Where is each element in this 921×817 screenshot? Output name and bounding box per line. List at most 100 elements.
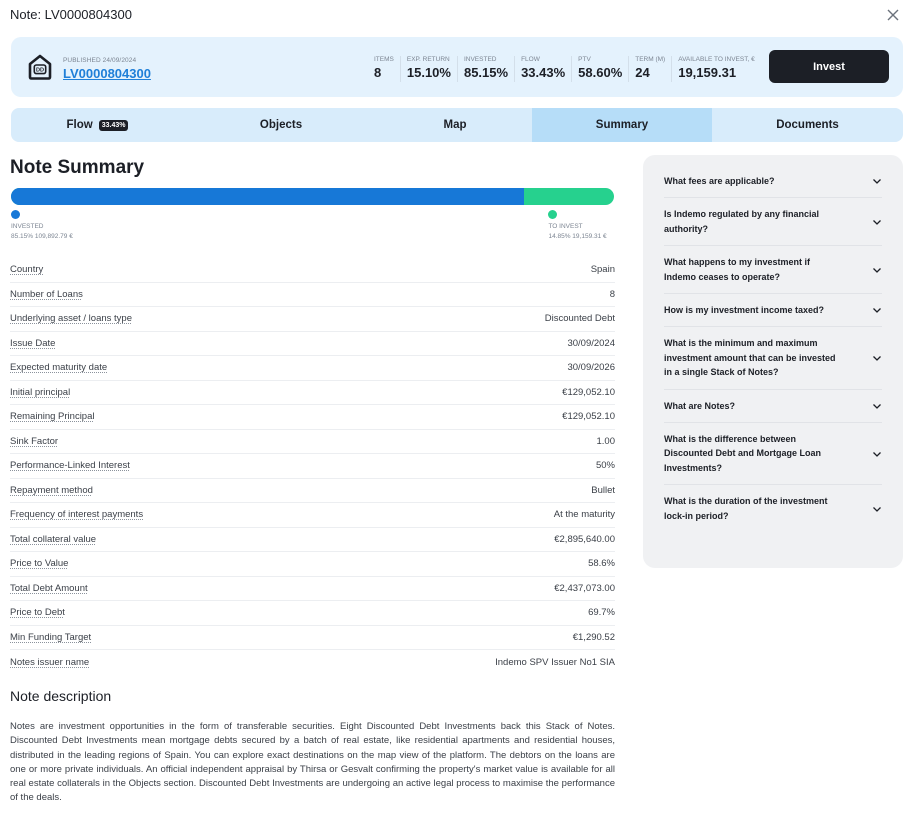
faq-item[interactable]: What happens to my investment if Indemo … bbox=[664, 246, 882, 295]
detail-value: Spain bbox=[590, 264, 615, 276]
detail-value: 1.00 bbox=[596, 435, 616, 447]
close-button[interactable] bbox=[883, 5, 903, 25]
faq-item[interactable]: How is my investment income taxed? bbox=[664, 294, 882, 328]
detail-value: 58.6% bbox=[588, 558, 615, 570]
faq-item[interactable]: What fees are applicable? bbox=[664, 174, 882, 199]
detail-value: 50% bbox=[595, 460, 615, 472]
faq-item[interactable]: What is the minimum and maximum investme… bbox=[664, 327, 882, 390]
legend-to-invest-value: 14.85% 19,159.31 € bbox=[548, 233, 607, 240]
faq-item[interactable]: Is Indemo regulated by any financial aut… bbox=[664, 198, 882, 247]
legend-to-invest: TO INVEST 14.85% 19,159.31 € bbox=[548, 210, 607, 240]
faq-question: What fees are applicable? bbox=[664, 176, 775, 186]
stat-exp-return: EXP. RETURN 15.10% bbox=[399, 56, 457, 82]
stat-value: 58.60% bbox=[578, 65, 623, 80]
detail-value: €1,290.52 bbox=[572, 631, 615, 643]
legend-to-invest-label: TO INVEST bbox=[548, 223, 583, 230]
tab-map[interactable]: Map bbox=[378, 108, 532, 142]
note-stats: ITEMS 8 EXP. RETURN 15.10% INVESTED 85.1… bbox=[368, 56, 761, 82]
faq-question: What happens to my investment if Indemo … bbox=[664, 257, 811, 282]
tab-objects[interactable]: Objects bbox=[184, 108, 378, 142]
detail-row: Frequency of interest payments At the mat… bbox=[10, 503, 615, 528]
detail-label[interactable]: Frequency of interest payments bbox=[10, 509, 143, 520]
detail-row: Min Funding Target €1,290.52 bbox=[10, 626, 615, 650]
window-title: Note: LV0000804300 bbox=[10, 7, 132, 22]
faq-question: What is the minimum and maximum investme… bbox=[664, 338, 836, 378]
detail-value: €2,895,640.00 bbox=[554, 533, 615, 545]
stat-ptv: PTV 58.60% bbox=[571, 56, 628, 82]
note-details-table: Country Spain Number of Loans 8 Underlying a… bbox=[10, 258, 615, 675]
stat-label: EXP. RETURN bbox=[406, 56, 450, 63]
faq-item[interactable]: What are Notes? bbox=[664, 390, 882, 424]
detail-label[interactable]: Total Debt Amount bbox=[10, 583, 88, 594]
faq-question: What is the difference between Discounte… bbox=[664, 434, 822, 473]
detail-label[interactable]: Min Funding Target bbox=[10, 632, 91, 643]
note-header-card: DD PUBLISHED 24/09/2024 LV0000804300 ITE… bbox=[11, 37, 903, 97]
detail-label[interactable]: Performance-Linked Interest bbox=[10, 460, 130, 471]
stat-label: INVESTED bbox=[463, 56, 497, 63]
note-description-title: Note description bbox=[10, 688, 112, 704]
chevron-down-icon bbox=[873, 308, 881, 314]
detail-label[interactable]: Underlying asset / loans type bbox=[10, 313, 132, 324]
chevron-down-icon bbox=[873, 219, 881, 225]
detail-label[interactable]: Issue Date bbox=[10, 338, 55, 349]
faq-panel: What fees are applicable? Is Indemo regul… bbox=[643, 155, 903, 568]
detail-value: €129,052.10 bbox=[562, 411, 615, 423]
house-dd-icon: DD bbox=[28, 54, 52, 80]
stat-label: PTV bbox=[578, 56, 591, 63]
chevron-down-icon bbox=[873, 356, 881, 361]
to-invest-dot bbox=[548, 210, 558, 219]
stat-label: ITEMS bbox=[374, 56, 394, 63]
detail-value: 30/09/2026 bbox=[567, 362, 615, 374]
detail-label[interactable]: Price to Debt bbox=[10, 607, 65, 618]
detail-label[interactable]: Number of Loans bbox=[10, 289, 83, 300]
invest-button[interactable]: Invest bbox=[769, 50, 889, 83]
detail-label[interactable]: Notes issuer name bbox=[10, 657, 89, 668]
detail-label[interactable]: Price to Value bbox=[10, 558, 68, 569]
invested-dot bbox=[11, 210, 20, 219]
tab-label: Map bbox=[443, 119, 467, 131]
detail-label[interactable]: Sink Factor bbox=[10, 436, 58, 447]
detail-label[interactable]: Total collateral value bbox=[10, 534, 96, 545]
stat-value: 85.15% bbox=[463, 65, 509, 80]
detail-value: Indemo SPV Issuer No1 SIA bbox=[495, 656, 615, 668]
published-date: PUBLISHED 24/09/2024 bbox=[63, 57, 137, 64]
detail-row: Remaining Principal €129,052.10 bbox=[10, 405, 615, 430]
faq-question: Is Indemo regulated by any financial aut… bbox=[664, 209, 820, 234]
detail-row: Expected maturity date 30/09/2026 bbox=[10, 356, 615, 381]
tab-flow[interactable]: Flow 33.43% bbox=[11, 108, 184, 142]
detail-label[interactable]: Country bbox=[10, 264, 43, 275]
stat-label: TERM (M) bbox=[635, 56, 666, 63]
tab-summary[interactable]: Summary bbox=[532, 108, 712, 142]
svg-text:DD: DD bbox=[36, 68, 44, 74]
detail-value: 69.7% bbox=[588, 607, 615, 619]
stat-term: TERM (M) 24 bbox=[628, 56, 671, 82]
chevron-down-icon bbox=[873, 403, 881, 409]
stat-value: 33.43% bbox=[521, 65, 566, 80]
detail-row: Price to Debt 69.7% bbox=[10, 601, 615, 626]
faq-question: What is the duration of the investment l… bbox=[664, 496, 828, 521]
detail-row: Performance-Linked Interest 50% bbox=[10, 454, 615, 479]
detail-row: Total collateral value €2,895,640.00 bbox=[10, 528, 615, 552]
detail-label[interactable]: Remaining Principal bbox=[10, 411, 94, 422]
detail-row: Number of Loans 8 bbox=[10, 283, 615, 307]
faq-item[interactable]: What is the duration of the investment l… bbox=[664, 485, 882, 532]
detail-row: Total Debt Amount €2,437,073.00 bbox=[10, 577, 615, 601]
detail-label[interactable]: Repayment method bbox=[10, 485, 93, 496]
detail-label[interactable]: Initial principal bbox=[10, 387, 70, 398]
tab-label: Flow bbox=[66, 119, 93, 131]
faq-item[interactable]: What is the difference between Discounte… bbox=[664, 423, 882, 486]
faq-question: What are Notes? bbox=[664, 400, 736, 411]
detail-row: Sink Factor 1.00 bbox=[10, 430, 616, 454]
detail-value: Bullet bbox=[591, 484, 615, 496]
flow-badge: 33.43% bbox=[98, 119, 129, 131]
detail-row: Price to Value 58.6% bbox=[10, 552, 615, 577]
chevron-down-icon bbox=[873, 179, 881, 185]
note-description-text: Notes are investment opportunities in th… bbox=[10, 721, 615, 804]
legend-invested: INVESTED 85.15% 109,892.79 € bbox=[11, 210, 73, 240]
note-id-link[interactable]: LV0000804300 bbox=[63, 66, 151, 81]
note-summary-title: Note Summary bbox=[10, 157, 145, 178]
detail-value: €129,052.10 bbox=[562, 386, 615, 398]
detail-label[interactable]: Expected maturity date bbox=[10, 362, 107, 373]
tab-documents[interactable]: Documents bbox=[712, 108, 903, 142]
stat-label: FLOW bbox=[521, 56, 540, 63]
